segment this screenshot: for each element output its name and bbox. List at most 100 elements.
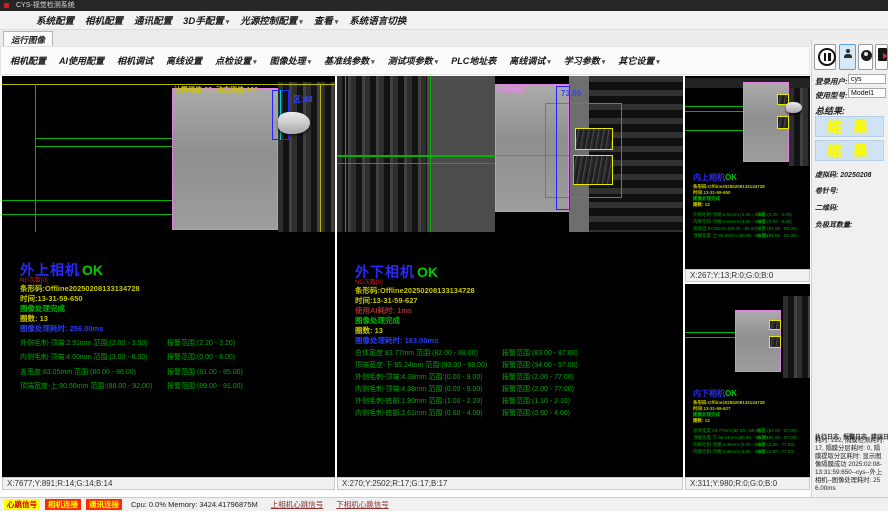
toolbar: 相机配置 AI使用配置 相机调试 离线设置 点检设置 图像处理 基准线参数 测试… (0, 46, 810, 75)
tool-camera-debug[interactable]: 相机调试 (117, 54, 153, 67)
camera-view-inner-lower[interactable] (685, 296, 810, 378)
camera-view-outer-upper[interactable]: 计算阈值:93, 动态阈值:100 区:48 (2, 82, 335, 232)
camera-name: 内下相机 (693, 389, 725, 398)
panel-camera-outer-upper: 计算阈值:93, 动态阈值:100 区:48 外上相机OK NG次数[0] 条形… (2, 76, 335, 477)
upper-camera-heartbeat-link[interactable]: 上相机心跳信号 (271, 499, 324, 510)
exit-button[interactable] (875, 44, 888, 70)
tab-detect-box (777, 116, 789, 129)
alarm-range: 报警:(0.00 - 8.00) (757, 219, 792, 225)
measurement-value: 内侧毛刺-顶端:4.38mm 范围:(0.00 - 9.00) (355, 386, 483, 393)
machine-background (789, 78, 810, 166)
measure-roi-box (556, 86, 570, 210)
measurement-row: 外侧毛刺-顶端:2.91mm (2.00 - 3.50)报警:(2.20 - 3… (693, 212, 765, 218)
measurement-row: 总体宽度:83.77mm 范围:(82.00 - 88.00)报警范围:(83.… (355, 348, 478, 358)
green-guide-line (685, 111, 743, 112)
tool-camera-config[interactable]: 相机配置 (10, 54, 46, 67)
cpu-memory-status: Cpu: 0.0% Memory: 3424.41796875M (131, 500, 258, 509)
green-guide-line (685, 130, 743, 131)
measurement-value: 外侧毛刺-顶端:2.91mm (2.00 - 3.50) (693, 212, 765, 217)
login-user-button[interactable] (839, 44, 856, 70)
lower-camera-heartbeat-link[interactable]: 下相机心跳信号 (336, 499, 389, 510)
measurement-value: 外侧毛刺-顶端:4.38mm 范围:(0.00 - 9.00) (355, 374, 483, 381)
panel-camera-inner-upper: 内上相机OK 条形码:Offline20250208133134728 时间:1… (685, 76, 810, 269)
tool-other-settings[interactable]: 其它设置 (618, 54, 660, 67)
camera-name: 内上相机 (693, 173, 725, 182)
machine-background (337, 76, 427, 232)
tool-spot-check[interactable]: 点检设置 (215, 54, 257, 67)
measurement-row: 盖宽度:83.05mm (80.00 - 86.00)报警:(81.00 - 8… (693, 226, 757, 232)
green-guide-line (337, 163, 497, 164)
measurement-row: 顶端宽度-下:95.24mm 范围:(93.00 - 98.00)报警范围:(9… (355, 360, 487, 370)
exit-arrow-icon (883, 53, 888, 59)
menu-light-control-config[interactable]: 光源控制配置 (240, 13, 303, 27)
panel-camera-inner-lower: 内下相机OK 条形码:Offline20250208133134728 时间:1… (685, 284, 810, 477)
pixel-coords-bar: X:267;Y:13;R:0;G:0;B:0 (685, 269, 810, 282)
green-guide-line (430, 76, 431, 232)
tool-offline-debug[interactable]: 离线调试 (509, 54, 551, 67)
result-ok-badge: OK (417, 264, 438, 280)
cycle-count-line: 圈数: 13 (693, 418, 710, 424)
measurement-value: 总体宽度:83.77mm (82.00 - 88.00) (693, 428, 762, 433)
measurement-row: 总体宽度:83.77mm (82.00 - 88.00)报警:(83.00 - … (693, 428, 762, 434)
machine-background (783, 296, 810, 378)
menu-comm-config[interactable]: 通讯配置 (134, 13, 172, 27)
menu-system-config[interactable]: 系统配置 (36, 13, 74, 27)
tool-ai-usage-config[interactable]: AI使用配置 (59, 54, 104, 67)
measurement-row: 内侧毛刺-顶端:4.60mm (3.00 - 6.00)报警:(0.00 - 8… (693, 219, 765, 225)
tab-run-image[interactable]: 运行图像 (3, 31, 53, 46)
green-guide-line (345, 76, 346, 232)
login-user-value[interactable] (848, 74, 886, 84)
control-sidebar: 登录用户: 使用型号: 总结果: 结 果 结 果 虚拟码: 20250208 卷… (811, 40, 888, 497)
app-window: CYS-视觉检测系统 C 系统配置 相机配置 通讯配置 3D手配置 光源控制配置… (0, 0, 888, 522)
model-label: 使用型号: (815, 90, 848, 101)
title-bar: CYS-视觉检测系统 (0, 0, 888, 11)
measurement-value: 顶端宽度-下:95.24mm 范围:(93.00 - 98.00) (355, 362, 487, 369)
panel-camera-outer-lower: AI检测框 73.80 外下相机OK NG次数[0] 条形码:Offline20… (337, 76, 683, 477)
heartbeat-status-badge: 心跳信号 (4, 499, 40, 510)
green-guide-line (685, 106, 743, 107)
menu-camera-config[interactable]: 相机配置 (85, 13, 123, 27)
green-guide-line (685, 332, 735, 333)
measurement-value: 盖宽度:83.05mm (80.00 - 86.00) (693, 226, 757, 231)
measurement-row: 顶端宽度-上:90.56mm 范围:(88.00 - 92.00)报警范围:(8… (20, 381, 152, 391)
alarm-range: 报警范围:(2.00 - 77.00) (502, 384, 574, 394)
measurement-value: 外侧毛刺-顶端:4.38mm (0.00 - 9.00) (693, 442, 765, 447)
operator-button[interactable] (858, 44, 873, 70)
result-ok-badge: OK (725, 173, 737, 182)
measurement-value: 内侧毛刺-顶端:4.60mm 范围:(3.00 - 6.00) (20, 354, 148, 361)
menu-bar: 系统配置 相机配置 通讯配置 3D手配置 光源控制配置 查看 系统语言切换 (0, 11, 888, 30)
alarm-range: 报警范围:(0.60 - 4.00) (502, 408, 570, 418)
tool-learning-params[interactable]: 学习参数 (564, 54, 606, 67)
pause-icon (818, 48, 836, 66)
camera-view-inner-upper[interactable] (685, 78, 810, 166)
measurement-row: 顶端宽度-下:95.24mm (93.00 - 98.00)报警:(94.00 … (693, 435, 768, 441)
alarm-range: 报警范围:(83.00 - 87.00) (502, 348, 578, 358)
measurement-value: 顶端宽度-上:90.56mm 范围:(88.00 - 92.00) (20, 383, 152, 390)
alarm-range: 报警:(2.00 - 77.00) (757, 449, 794, 455)
measurement-row: 外侧毛刺-顶端:4.38mm 范围:(0.00 - 9.00)报警范围:(2.0… (355, 372, 483, 382)
machine-background (427, 76, 495, 232)
model-value[interactable] (848, 88, 886, 98)
measurement-row: 外侧毛刺-顶端:2.91mm 范围:(2.00 - 3.50)报警范围:(2.2… (20, 338, 148, 348)
menu-view[interactable]: 查看 (314, 13, 339, 27)
green-guide-line (35, 84, 36, 232)
tool-offline-settings[interactable]: 离线设置 (166, 54, 202, 67)
measurement-row: 盖宽度:83.05mm 范围:(80.00 - 86.00)报警范围:(81.0… (20, 367, 136, 377)
tab-detect-box (575, 128, 613, 150)
elapsed-line: 图像处理耗时: 183.00ms (355, 335, 438, 346)
alarm-range: 报警:(83.00 - 87.00) (757, 428, 797, 434)
tool-plc-address-table[interactable]: PLC地址表 (451, 54, 496, 67)
alarm-range: 报警范围:(0.00 - 8.00) (167, 352, 235, 362)
tool-image-processing[interactable]: 图像处理 (270, 54, 312, 67)
gripper-clip (278, 112, 310, 134)
tool-baseline-params[interactable]: 基准线参数 (324, 54, 375, 67)
camera-view-outer-lower[interactable]: AI检测框 73.80 (337, 76, 683, 232)
menu-language-switch[interactable]: 系统语言切换 (349, 13, 406, 27)
pause-button[interactable] (814, 44, 836, 70)
app-icon (4, 3, 9, 8)
alarm-range: 报警范围:(2.20 - 3.20) (167, 338, 235, 348)
measurement-value: 总体宽度:83.77mm 范围:(82.00 - 88.00) (355, 350, 478, 357)
menu-3d-hand-config[interactable]: 3D手配置 (183, 13, 229, 27)
tool-test-item-params[interactable]: 测试项参数 (388, 54, 439, 67)
green-guide-line (2, 214, 172, 215)
